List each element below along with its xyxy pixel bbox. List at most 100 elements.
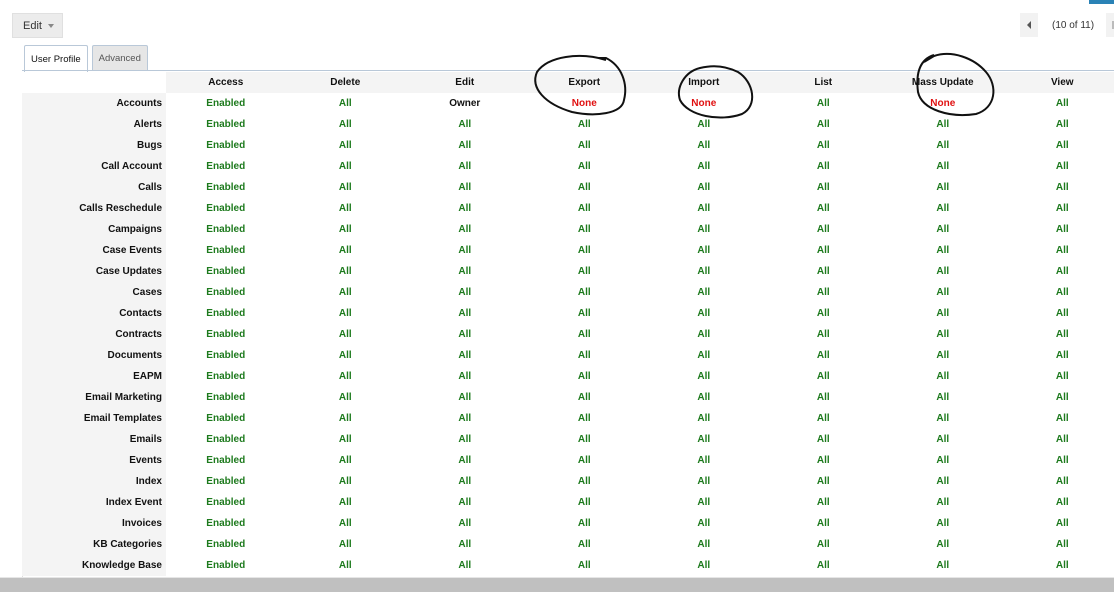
permission-cell-list[interactable]: All bbox=[764, 177, 884, 198]
permission-cell-view[interactable]: All bbox=[1003, 261, 1114, 282]
permission-cell-delete[interactable]: All bbox=[286, 555, 406, 576]
permission-cell-list[interactable]: All bbox=[764, 450, 884, 471]
permission-cell-view[interactable]: All bbox=[1003, 450, 1114, 471]
permission-cell-access[interactable]: Enabled bbox=[166, 387, 286, 408]
permission-cell-list[interactable]: All bbox=[764, 408, 884, 429]
permission-cell-import[interactable]: All bbox=[644, 261, 764, 282]
tab-user-profile[interactable]: User Profile bbox=[24, 45, 88, 72]
permission-cell-import[interactable]: All bbox=[644, 492, 764, 513]
permission-cell-import[interactable]: All bbox=[644, 198, 764, 219]
permission-cell-list[interactable]: All bbox=[764, 303, 884, 324]
permission-cell-mass-update[interactable]: All bbox=[883, 198, 1003, 219]
permission-cell-edit[interactable]: All bbox=[405, 114, 525, 135]
permission-cell-edit[interactable]: All bbox=[405, 261, 525, 282]
permission-cell-export[interactable]: All bbox=[525, 240, 645, 261]
permission-cell-list[interactable]: All bbox=[764, 324, 884, 345]
permission-cell-export[interactable]: All bbox=[525, 429, 645, 450]
permission-cell-view[interactable]: All bbox=[1003, 471, 1114, 492]
permission-cell-access[interactable]: Enabled bbox=[166, 345, 286, 366]
permission-cell-import[interactable]: All bbox=[644, 324, 764, 345]
permission-cell-export[interactable]: All bbox=[525, 324, 645, 345]
permission-cell-view[interactable]: All bbox=[1003, 366, 1114, 387]
permission-cell-mass-update[interactable]: All bbox=[883, 408, 1003, 429]
permission-cell-access[interactable]: Enabled bbox=[166, 282, 286, 303]
permission-cell-list[interactable]: All bbox=[764, 135, 884, 156]
permission-cell-access[interactable]: Enabled bbox=[166, 471, 286, 492]
permission-cell-list[interactable]: All bbox=[764, 429, 884, 450]
permission-cell-access[interactable]: Enabled bbox=[166, 135, 286, 156]
permission-cell-access[interactable]: Enabled bbox=[166, 513, 286, 534]
permission-cell-access[interactable]: Enabled bbox=[166, 450, 286, 471]
permission-cell-import[interactable]: All bbox=[644, 345, 764, 366]
permission-cell-import[interactable]: All bbox=[644, 408, 764, 429]
permission-cell-delete[interactable]: All bbox=[286, 471, 406, 492]
permission-cell-delete[interactable]: All bbox=[286, 366, 406, 387]
permission-cell-list[interactable]: All bbox=[764, 261, 884, 282]
permission-cell-mass-update[interactable]: All bbox=[883, 135, 1003, 156]
permission-cell-edit[interactable]: All bbox=[405, 555, 525, 576]
permission-cell-access[interactable]: Enabled bbox=[166, 261, 286, 282]
permission-cell-import[interactable]: None bbox=[644, 93, 764, 114]
permission-cell-access[interactable]: Enabled bbox=[166, 198, 286, 219]
permission-cell-export[interactable]: All bbox=[525, 555, 645, 576]
previous-record-button[interactable] bbox=[1020, 13, 1038, 37]
permission-cell-import[interactable]: All bbox=[644, 177, 764, 198]
permission-cell-list[interactable]: All bbox=[764, 387, 884, 408]
permission-cell-edit[interactable]: Owner bbox=[405, 93, 525, 114]
permission-cell-list[interactable]: All bbox=[764, 534, 884, 555]
permission-cell-mass-update[interactable]: All bbox=[883, 555, 1003, 576]
permission-cell-mass-update[interactable]: All bbox=[883, 387, 1003, 408]
permission-cell-access[interactable]: Enabled bbox=[166, 114, 286, 135]
permission-cell-export[interactable]: All bbox=[525, 261, 645, 282]
permission-cell-export[interactable]: All bbox=[525, 114, 645, 135]
permission-cell-view[interactable]: All bbox=[1003, 513, 1114, 534]
permission-cell-view[interactable]: All bbox=[1003, 198, 1114, 219]
permission-cell-delete[interactable]: All bbox=[286, 450, 406, 471]
permission-cell-export[interactable]: All bbox=[525, 534, 645, 555]
permission-cell-mass-update[interactable]: All bbox=[883, 177, 1003, 198]
permission-cell-import[interactable]: All bbox=[644, 114, 764, 135]
permission-cell-access[interactable]: Enabled bbox=[166, 534, 286, 555]
permission-cell-delete[interactable]: All bbox=[286, 135, 406, 156]
permission-cell-mass-update[interactable]: All bbox=[883, 282, 1003, 303]
permission-cell-delete[interactable]: All bbox=[286, 198, 406, 219]
permission-cell-delete[interactable]: All bbox=[286, 387, 406, 408]
permission-cell-view[interactable]: All bbox=[1003, 219, 1114, 240]
permission-cell-import[interactable]: All bbox=[644, 219, 764, 240]
permission-cell-import[interactable]: All bbox=[644, 429, 764, 450]
permission-cell-mass-update[interactable]: All bbox=[883, 450, 1003, 471]
permission-cell-access[interactable]: Enabled bbox=[166, 555, 286, 576]
permission-cell-edit[interactable]: All bbox=[405, 135, 525, 156]
permission-cell-delete[interactable]: All bbox=[286, 429, 406, 450]
permission-cell-view[interactable]: All bbox=[1003, 408, 1114, 429]
permission-cell-export[interactable]: All bbox=[525, 177, 645, 198]
permission-cell-access[interactable]: Enabled bbox=[166, 240, 286, 261]
edit-dropdown-button[interactable]: Edit bbox=[12, 13, 63, 38]
permission-cell-export[interactable]: All bbox=[525, 366, 645, 387]
permission-cell-mass-update[interactable]: All bbox=[883, 324, 1003, 345]
permission-cell-import[interactable]: All bbox=[644, 303, 764, 324]
permission-cell-export[interactable]: All bbox=[525, 387, 645, 408]
permission-cell-list[interactable]: All bbox=[764, 240, 884, 261]
permission-cell-edit[interactable]: All bbox=[405, 450, 525, 471]
permission-cell-view[interactable]: All bbox=[1003, 345, 1114, 366]
permission-cell-edit[interactable]: All bbox=[405, 198, 525, 219]
permission-cell-edit[interactable]: All bbox=[405, 219, 525, 240]
permission-cell-mass-update[interactable]: All bbox=[883, 471, 1003, 492]
permission-cell-access[interactable]: Enabled bbox=[166, 408, 286, 429]
permission-cell-delete[interactable]: All bbox=[286, 408, 406, 429]
permission-cell-edit[interactable]: All bbox=[405, 471, 525, 492]
permission-cell-edit[interactable]: All bbox=[405, 240, 525, 261]
permission-cell-edit[interactable]: All bbox=[405, 513, 525, 534]
permission-cell-export[interactable]: All bbox=[525, 345, 645, 366]
permission-cell-access[interactable]: Enabled bbox=[166, 219, 286, 240]
permission-cell-delete[interactable]: All bbox=[286, 177, 406, 198]
permission-cell-access[interactable]: Enabled bbox=[166, 156, 286, 177]
permission-cell-list[interactable]: All bbox=[764, 219, 884, 240]
permission-cell-edit[interactable]: All bbox=[405, 303, 525, 324]
permission-cell-mass-update[interactable]: All bbox=[883, 492, 1003, 513]
permission-cell-list[interactable]: All bbox=[764, 93, 884, 114]
permission-cell-delete[interactable]: All bbox=[286, 282, 406, 303]
permission-cell-edit[interactable]: All bbox=[405, 345, 525, 366]
permission-cell-edit[interactable]: All bbox=[405, 387, 525, 408]
